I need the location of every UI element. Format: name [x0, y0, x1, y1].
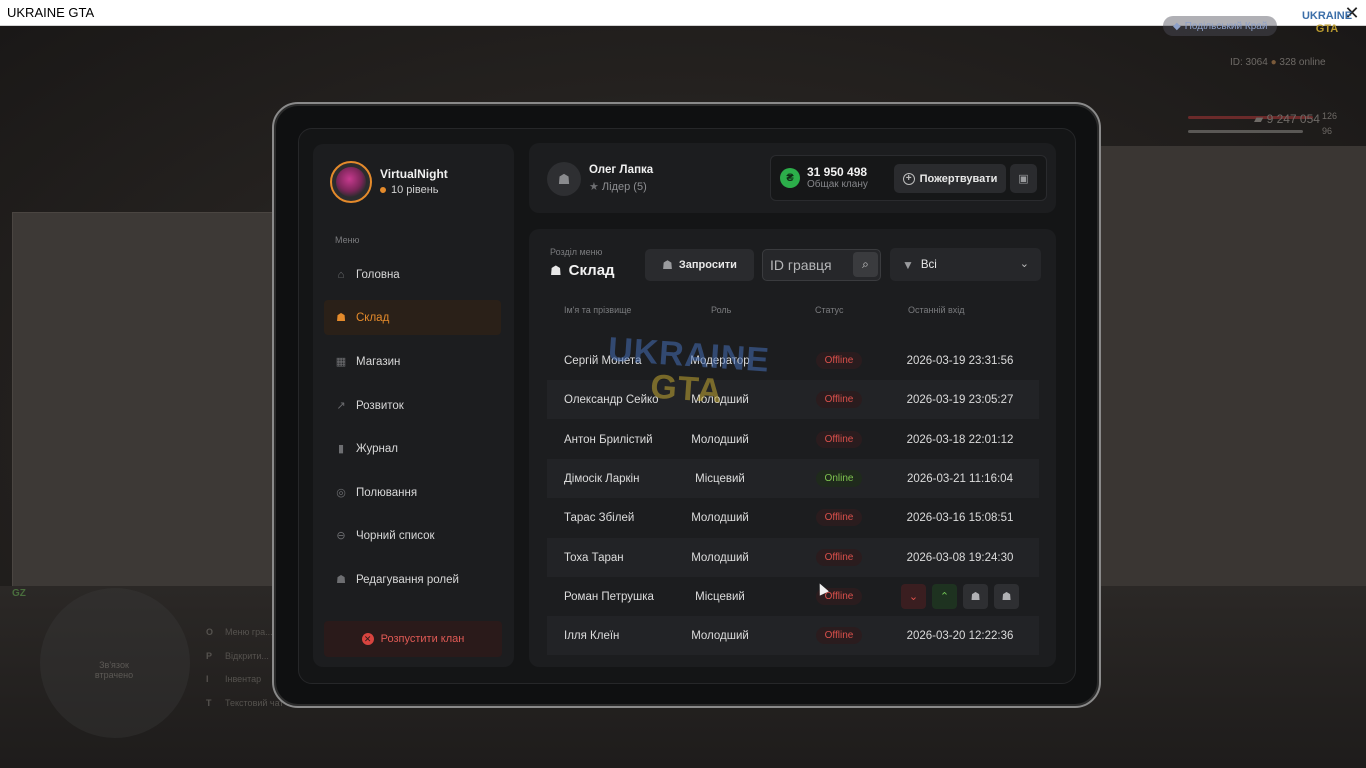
- search-button[interactable]: ⌕: [853, 252, 878, 277]
- promote-button[interactable]: ⌃: [932, 584, 957, 609]
- search-icon: ⌕: [862, 257, 869, 271]
- window-titlebar: UKRAINE GTA ✕: [0, 0, 1366, 26]
- gift-icon: ▣: [1018, 173, 1029, 185]
- game-wall-right: [1100, 146, 1366, 586]
- level-dot-icon: [380, 187, 386, 193]
- hud-gz: GZ: [12, 588, 26, 599]
- plus-circle-icon: +: [902, 172, 915, 185]
- target-icon: ◎: [336, 487, 346, 499]
- chevron-down-icon: ⌄: [908, 591, 919, 603]
- donate-button[interactable]: + Пожертвувати: [894, 164, 1006, 193]
- invite-button[interactable]: ☗ Запросити: [645, 249, 754, 281]
- sidebar-item-edit-roles[interactable]: ☗ Редагування ролей: [324, 562, 501, 597]
- status-badge: Online: [815, 470, 863, 487]
- demote-button[interactable]: ⌄: [901, 584, 926, 609]
- table-row[interactable]: Роман Петрушка Місцевий Offline ⌄ ⌃ ☗ ☗: [547, 577, 1039, 616]
- user-edit-icon: ☗: [336, 574, 346, 586]
- watermark-logo: UKRAINE GTA: [606, 330, 772, 411]
- status-badge: Offline: [815, 549, 863, 566]
- player-id-search-input[interactable]: [770, 256, 850, 274]
- chart-icon: ↗: [336, 400, 346, 412]
- table-row[interactable]: Дімосік Ларкін Місцевий Online 2026-03-2…: [547, 459, 1039, 498]
- sidebar-item-hunting[interactable]: ◎ Полювання: [324, 475, 501, 510]
- status-badge: Offline: [815, 627, 863, 644]
- leader-avatar-icon: ☗: [547, 162, 581, 196]
- user-icon: ☗: [970, 591, 981, 603]
- member-profile-button[interactable]: ☗: [963, 584, 988, 609]
- sidebar-item-storage[interactable]: ☗ Склад: [324, 300, 501, 335]
- disband-clan-button[interactable]: ✕ Розпустити клан: [324, 621, 502, 657]
- sidebar-item-blacklist[interactable]: ⊖ Чорний список: [324, 518, 501, 553]
- currency-icon: ₴: [780, 168, 800, 188]
- user-name: VirtualNight: [380, 167, 448, 181]
- section-title: ☗ Склад: [550, 262, 615, 279]
- sidebar-item-home[interactable]: ⌂ Головна: [324, 257, 501, 292]
- sidebar-item-journal[interactable]: ▮ Журнал: [324, 431, 501, 466]
- row-actions: ⌄ ⌃ ☗ ☗: [901, 584, 1019, 609]
- hud-armor-value: 96: [1322, 126, 1333, 136]
- filter-icon: ▼: [902, 257, 914, 272]
- hud-server-name: Подільський Край: [1184, 20, 1268, 32]
- hud-key-row: T Текстовий чат: [206, 697, 284, 708]
- hud-health-value: 126: [1322, 111, 1338, 121]
- table-row[interactable]: Ілля Клеїн Молодший Offline 2026-03-20 1…: [547, 616, 1039, 655]
- hud-money: ▰ 9 247 054: [1254, 112, 1320, 126]
- status-badge: Offline: [815, 352, 863, 369]
- section-caption: Розділ меню: [550, 247, 603, 257]
- gift-button[interactable]: ▣: [1010, 164, 1037, 193]
- window-title: UKRAINE GTA: [7, 5, 95, 20]
- table-row[interactable]: Тоха Таран Молодший Offline 2026-03-08 1…: [547, 538, 1039, 577]
- chevron-down-icon: ⌄: [1019, 258, 1029, 270]
- location-icon: ◆: [1173, 20, 1181, 32]
- home-icon: ⌂: [337, 268, 345, 281]
- table-row[interactable]: Тарас Збілей Молодший Offline 2026-03-16…: [547, 498, 1039, 537]
- book-icon: ▮: [337, 443, 345, 455]
- hud-player-id: ID: 3064 ● 328 online: [1230, 57, 1326, 68]
- user-add-icon: ☗: [662, 258, 673, 272]
- users-icon: ☗: [550, 262, 562, 278]
- user-avatar: [330, 161, 372, 203]
- menu-caption: Меню: [335, 235, 360, 245]
- game-wall-left: [12, 212, 274, 597]
- leader-role: ★ Лідер (5): [589, 181, 647, 193]
- hud-minimap-status: Зв'язок втрачено: [94, 660, 134, 680]
- column-header-last-login: Останній вхід: [908, 305, 965, 315]
- user-remove-icon: ☗: [1001, 591, 1012, 603]
- hud-armor-bar: [1188, 130, 1303, 133]
- role-filter-select[interactable]: ▼ Всі ⌄: [890, 248, 1041, 281]
- leader-name: Олег Лапка: [589, 164, 654, 176]
- users-icon: ☗: [336, 312, 346, 324]
- table-row[interactable]: Антон Брилістий Молодший Offline 2026-03…: [547, 420, 1039, 459]
- column-header-name: Ім'я та прізвище: [564, 305, 632, 315]
- sidebar-item-development[interactable]: ↗ Розвиток: [324, 388, 501, 423]
- star-icon: ★: [589, 181, 602, 193]
- column-header-status: Статус: [815, 305, 844, 315]
- hud-server-badge: ◆ Подільський Край: [1163, 16, 1278, 36]
- status-badge: Offline: [815, 431, 863, 448]
- money-icon: ▰: [1254, 112, 1267, 126]
- status-badge: Offline: [815, 509, 863, 526]
- shop-icon: ▦: [335, 356, 347, 368]
- sidebar-item-shop[interactable]: ▦ Магазин: [324, 344, 501, 379]
- kick-member-button[interactable]: ☗: [994, 584, 1019, 609]
- close-circle-icon: ✕: [361, 633, 374, 645]
- status-badge: Offline: [815, 391, 863, 408]
- ban-icon: ⊖: [336, 530, 346, 542]
- user-level: 10 рівень: [380, 184, 439, 196]
- game-logo: UKRAINE GTA: [1301, 10, 1353, 35]
- bank-label: Общак клану: [807, 179, 868, 190]
- chevron-up-icon: ⌃: [939, 591, 950, 603]
- column-header-role: Роль: [711, 305, 732, 315]
- bank-amount: 31 950 498: [807, 165, 868, 179]
